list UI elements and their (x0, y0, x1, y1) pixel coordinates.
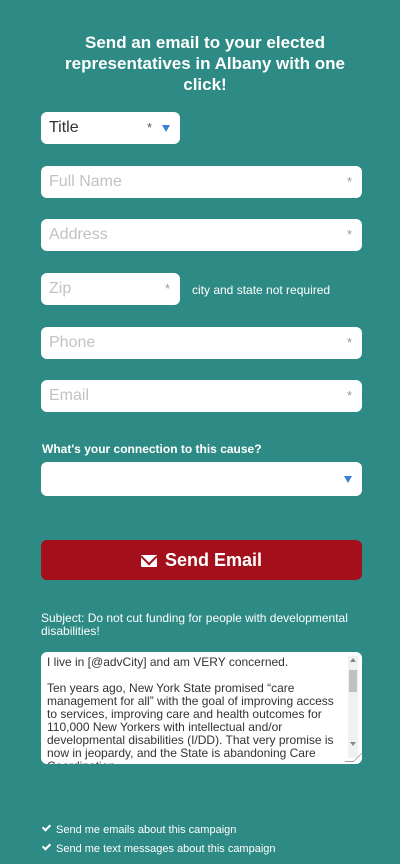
message-paragraph: Ten years ago, New York State promised “… (47, 681, 334, 765)
phone-placeholder: Phone (49, 334, 96, 351)
message-textarea[interactable]: I live in [@advCity] and am VERY concern… (41, 652, 362, 764)
page-heading: Send an email to your elected representa… (65, 33, 345, 94)
phone-field[interactable]: Phone * (41, 327, 362, 359)
connection-label: What's your connection to this cause? (42, 442, 262, 456)
email-subject: Subject: Do not cut funding for people w… (41, 611, 348, 638)
email-placeholder: Email (49, 387, 90, 404)
zip-hint: city and state not required (192, 283, 331, 297)
required-marker: * (346, 388, 352, 403)
required-marker: * (146, 120, 152, 135)
email-field[interactable]: Email * (41, 380, 362, 412)
required-marker: * (164, 281, 170, 296)
title-select[interactable]: Title * (41, 112, 180, 144)
required-marker: * (346, 335, 352, 350)
texts-checkbox[interactable] (42, 843, 51, 852)
envelope-icon (140, 555, 157, 567)
address-field[interactable]: Address * (41, 219, 362, 251)
send-email-label: Send Email (164, 550, 263, 570)
zip-field[interactable]: Zip * (41, 273, 180, 305)
full-name-placeholder: Full Name (49, 173, 122, 190)
scrollbar-thumb[interactable] (349, 670, 357, 692)
scroll-up-icon[interactable] (350, 658, 356, 662)
texts-checkbox-row[interactable]: Send me text messages about this campaig… (42, 843, 276, 855)
send-email-button[interactable]: Send Email (41, 540, 362, 580)
connection-select[interactable] (41, 462, 362, 496)
full-name-field[interactable]: Full Name * (41, 166, 362, 198)
chevron-down-icon (344, 476, 352, 483)
message-scrollbar[interactable] (348, 656, 358, 758)
emails-checkbox-label: Send me emails about this campaign (56, 824, 237, 836)
zip-placeholder: Zip (49, 280, 72, 297)
required-marker: * (346, 227, 352, 242)
emails-checkbox[interactable] (42, 824, 51, 833)
required-marker: * (346, 174, 352, 189)
texts-checkbox-label: Send me text messages about this campaig… (56, 843, 276, 855)
message-paragraph: I live in [@advCity] and am VERY concern… (47, 655, 289, 669)
chevron-down-icon (162, 125, 170, 132)
scroll-down-icon[interactable] (350, 742, 356, 746)
address-placeholder: Address (49, 226, 108, 243)
title-select-value: Title (49, 119, 79, 136)
emails-checkbox-row[interactable]: Send me emails about this campaign (42, 824, 236, 836)
